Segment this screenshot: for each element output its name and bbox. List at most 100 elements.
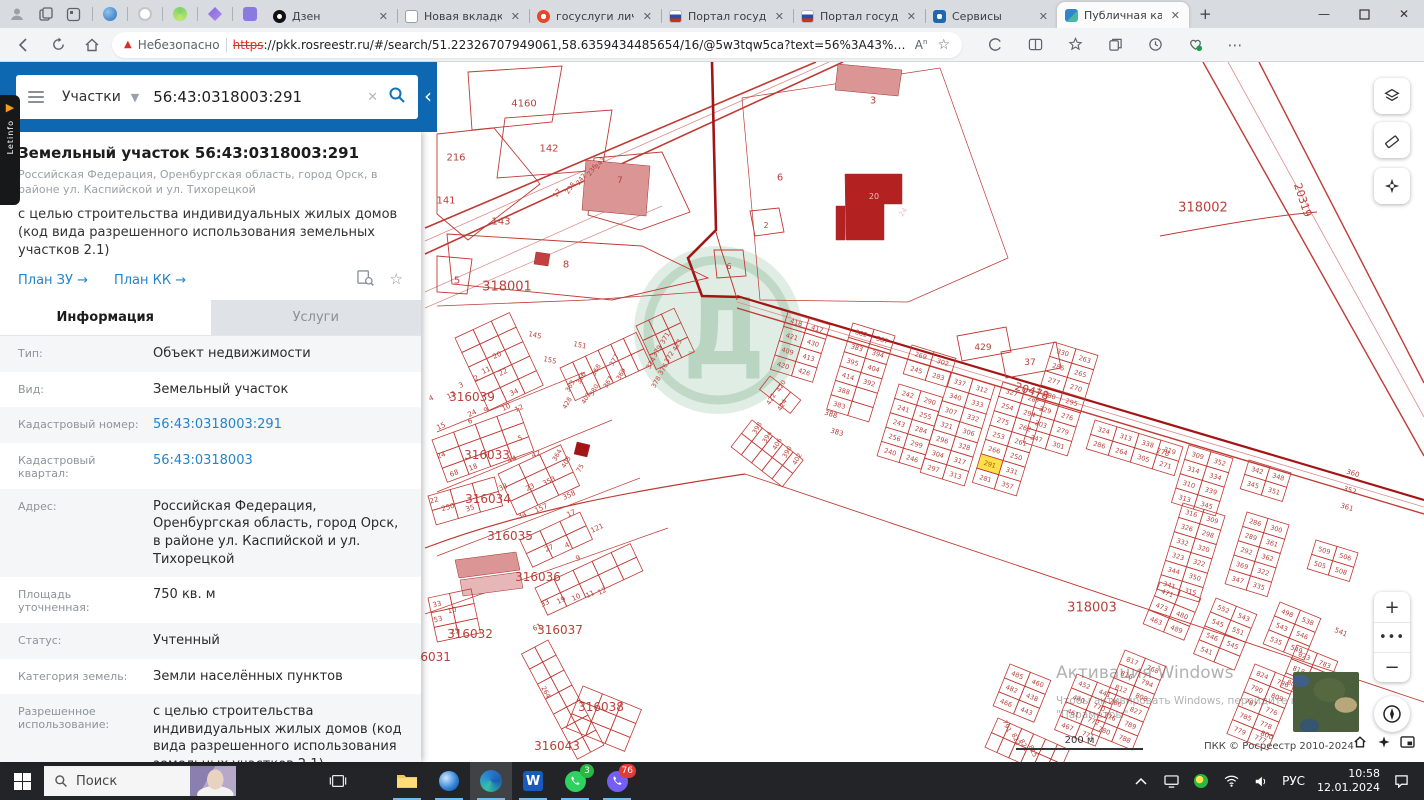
browser-tab[interactable]: Публичная ка ✕: [1057, 2, 1189, 28]
parcel-cell[interactable]: [730, 432, 753, 456]
start-button[interactable]: [0, 762, 44, 800]
parcel-cell[interactable]: [761, 456, 784, 480]
parcel-cell[interactable]: [461, 343, 488, 368]
collections-icon[interactable]: [1106, 36, 1124, 54]
home-icon[interactable]: [78, 31, 106, 59]
parcel-cell[interactable]: [528, 661, 552, 685]
tab-actions-icon[interactable]: [36, 5, 54, 23]
search-icon[interactable]: [388, 86, 406, 108]
map-svg[interactable]: ДАктивация WindowsЧтобы активировать Win…: [421, 62, 1424, 762]
browser-tab[interactable]: госуслуги лич ✕: [529, 4, 661, 28]
map-home-icon[interactable]: [1352, 734, 1367, 749]
panel-collapse-icon[interactable]: ‹: [424, 84, 432, 108]
search-box[interactable]: Участки ▼ 56:43:0318003:291 ✕: [16, 75, 418, 119]
clear-search-icon[interactable]: ✕: [367, 90, 378, 105]
parcel-cell[interactable]: [582, 729, 605, 753]
pinned-site-purple-icon[interactable]: [243, 7, 257, 21]
parcel-cell[interactable]: [511, 355, 537, 380]
search-category[interactable]: Участки: [62, 89, 121, 105]
photos-app-icon[interactable]: [428, 762, 470, 800]
tab-close-icon[interactable]: ✕: [508, 10, 523, 23]
tray-display-icon[interactable]: [1162, 772, 1180, 790]
tray-chevron-icon[interactable]: [1132, 772, 1150, 790]
menu-icon[interactable]: [28, 91, 44, 103]
language-indicator[interactable]: РУС: [1282, 774, 1305, 788]
parcel-cell[interactable]: [550, 669, 573, 693]
browser-tab[interactable]: Портал госуда ✕: [793, 4, 925, 28]
search-input[interactable]: 56:43:0318003:291: [153, 88, 357, 106]
pinned-site-gray-icon[interactable]: [138, 7, 152, 21]
browser-tab[interactable]: Сервисы ✕: [925, 4, 1057, 28]
url-text[interactable]: https://pkk.rosreestr.ru/#/search/51.223…: [233, 38, 909, 52]
map-compass-icon[interactable]: [1376, 734, 1391, 749]
parcel-cell[interactable]: [534, 639, 557, 663]
minimize-button[interactable]: —: [1304, 0, 1344, 28]
browser-essentials-icon[interactable]: [1186, 36, 1204, 54]
layers-button[interactable]: [1374, 78, 1410, 114]
my-location-button[interactable]: [1374, 696, 1410, 732]
pinned-site-spark-icon[interactable]: [208, 7, 222, 21]
tab-close-icon[interactable]: ✕: [376, 10, 391, 23]
parcel-cell[interactable]: [472, 320, 499, 345]
close-button[interactable]: ✕: [1384, 0, 1424, 28]
parcel-cell[interactable]: [552, 706, 576, 730]
map-pip-icon[interactable]: [1400, 734, 1415, 749]
tab-services[interactable]: Услуги: [211, 300, 422, 335]
clock[interactable]: 10:58 12.01.2024: [1317, 767, 1380, 795]
info-value-link[interactable]: 56:43:0318003:291: [153, 416, 403, 434]
favorites-icon[interactable]: [1066, 36, 1084, 54]
zoom-in-button[interactable]: +: [1374, 592, 1410, 622]
pinned-site-blue-icon[interactable]: [103, 7, 117, 21]
settings-more-icon[interactable]: ⋯: [1226, 36, 1244, 54]
url-field[interactable]: ▲ Небезопасно https://pkk.rosreestr.ru/#…: [112, 31, 962, 58]
security-label[interactable]: Небезопасно: [138, 38, 220, 52]
favorite-star-icon[interactable]: ☆: [937, 37, 950, 53]
browser-tab[interactable]: Портал госуда ✕: [661, 4, 793, 28]
zoom-out-button[interactable]: −: [1374, 652, 1410, 682]
measure-ruler-button[interactable]: [1374, 122, 1410, 158]
parcel-cell[interactable]: [610, 715, 637, 738]
tab-information[interactable]: Информация: [0, 300, 211, 336]
edge-icon[interactable]: [470, 762, 512, 800]
back-icon[interactable]: [10, 31, 38, 59]
parcel-cell[interactable]: [504, 341, 531, 366]
basemap-thumbnail[interactable]: [1293, 672, 1359, 732]
security-warning-icon[interactable]: ▲: [124, 39, 132, 50]
parcel-cell[interactable]: [542, 654, 565, 678]
new-tab-button[interactable]: +: [1199, 5, 1212, 23]
parcel-cell[interactable]: [1050, 743, 1070, 762]
zoom-options-button[interactable]: •••: [1374, 622, 1410, 652]
tray-antivirus-icon[interactable]: [1192, 772, 1210, 790]
history-icon[interactable]: [1146, 36, 1164, 54]
tab-close-icon[interactable]: ✕: [904, 10, 919, 23]
pinned-site-green-icon[interactable]: [173, 7, 187, 21]
tab-close-icon[interactable]: ✕: [772, 10, 787, 23]
chevron-down-icon[interactable]: ▼: [131, 91, 139, 104]
parcel-cell[interactable]: [585, 721, 612, 744]
parcel-cell[interactable]: [497, 326, 524, 351]
coordinates-button[interactable]: [1374, 168, 1410, 204]
plan-zu-link[interactable]: План ЗУ →: [18, 273, 88, 288]
parcel-cell[interactable]: [750, 448, 773, 472]
viber-icon[interactable]: 76: [596, 762, 638, 800]
parcel-cell[interactable]: [520, 646, 544, 670]
workspaces-icon[interactable]: [64, 5, 82, 23]
split-screen-icon[interactable]: [1026, 36, 1044, 54]
read-aloud-icon[interactable]: A𝗇: [915, 38, 928, 52]
cadastral-map[interactable]: Д Активация Windows Чтобы активировать Win…: [421, 62, 1424, 762]
task-view-icon[interactable]: [318, 762, 358, 800]
word-icon[interactable]: W: [512, 762, 554, 800]
doc-search-icon[interactable]: [356, 270, 374, 290]
notification-icon[interactable]: [1392, 772, 1410, 790]
maximize-button[interactable]: [1344, 0, 1384, 28]
parcel-cell[interactable]: [558, 684, 581, 708]
parcel-cell[interactable]: [490, 312, 517, 337]
parcel-cell[interactable]: [565, 525, 594, 550]
refresh-icon[interactable]: [44, 31, 72, 59]
parcel-cell[interactable]: [771, 464, 794, 488]
tab-close-icon[interactable]: ✕: [640, 10, 655, 23]
info-value-link[interactable]: 56:43:0318003: [153, 452, 403, 480]
volume-icon[interactable]: [1252, 772, 1270, 790]
extension-icon[interactable]: [986, 36, 1004, 54]
profile-avatar-icon[interactable]: [8, 5, 26, 23]
